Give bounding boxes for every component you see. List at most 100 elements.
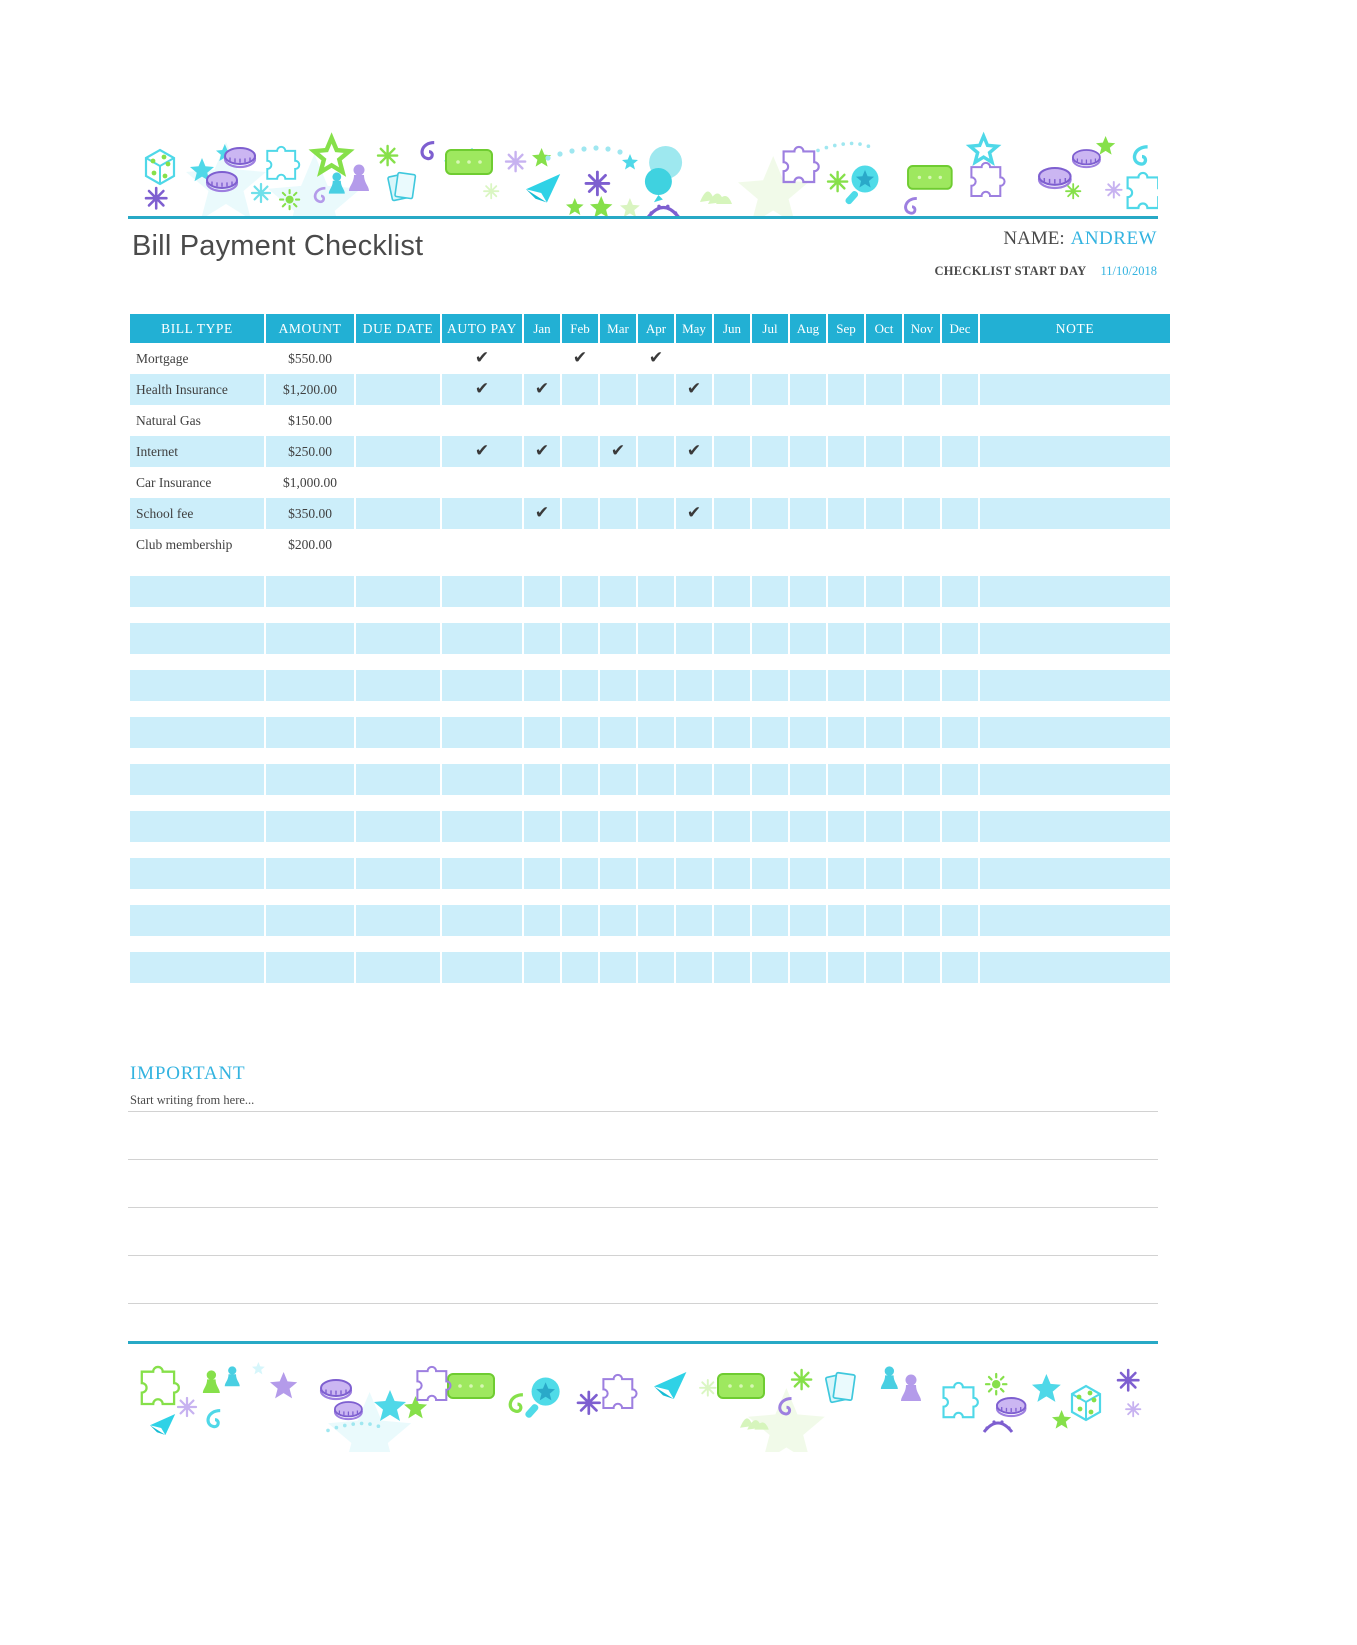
cell-month-dec[interactable] — [942, 952, 978, 983]
cell-note[interactable] — [980, 623, 1170, 654]
cell-note[interactable] — [980, 343, 1170, 374]
col-header-due-date[interactable]: DUE DATE — [356, 314, 440, 343]
col-header-jan[interactable]: Jan — [524, 314, 560, 343]
cell-month-apr[interactable] — [638, 467, 674, 498]
cell-month-feb[interactable] — [562, 498, 598, 529]
cell-month-feb[interactable] — [562, 405, 598, 436]
cell-month-jul[interactable] — [752, 405, 788, 436]
cell-month-jul[interactable] — [752, 858, 788, 889]
cell-month-dec[interactable] — [942, 405, 978, 436]
cell-month-jun[interactable] — [714, 436, 750, 467]
cell-amount[interactable]: $1,000.00 — [266, 467, 354, 498]
cell-month-sep[interactable] — [828, 576, 864, 607]
cell-month-jan[interactable]: ✔ — [524, 374, 560, 405]
col-header-jun[interactable]: Jun — [714, 314, 750, 343]
cell-due-date[interactable] — [356, 811, 440, 842]
cell-due-date[interactable] — [356, 374, 440, 405]
col-header-aug[interactable]: Aug — [790, 314, 826, 343]
cell-month-sep[interactable] — [828, 623, 864, 654]
cell-month-aug[interactable] — [790, 467, 826, 498]
cell-month-mar[interactable] — [600, 576, 636, 607]
col-header-amount[interactable]: AMOUNT — [266, 314, 354, 343]
checklist-start-value[interactable]: 11/10/2018 — [1101, 264, 1157, 278]
cell-month-nov[interactable] — [904, 374, 940, 405]
cell-month-may[interactable] — [676, 952, 712, 983]
col-header-note[interactable]: NOTE — [980, 314, 1170, 343]
cell-month-may[interactable]: ✔ — [676, 498, 712, 529]
cell-auto-pay[interactable] — [442, 905, 522, 936]
cell-month-aug[interactable] — [790, 498, 826, 529]
cell-month-apr[interactable] — [638, 858, 674, 889]
cell-month-jul[interactable] — [752, 905, 788, 936]
cell-month-aug[interactable] — [790, 811, 826, 842]
cell-bill-type[interactable] — [130, 623, 264, 654]
cell-note[interactable] — [980, 529, 1170, 560]
cell-month-jan[interactable] — [524, 670, 560, 701]
cell-due-date[interactable] — [356, 952, 440, 983]
cell-month-may[interactable] — [676, 670, 712, 701]
cell-month-feb[interactable] — [562, 811, 598, 842]
cell-month-may[interactable] — [676, 858, 712, 889]
cell-month-aug[interactable] — [790, 436, 826, 467]
cell-month-may[interactable] — [676, 905, 712, 936]
cell-note[interactable] — [980, 436, 1170, 467]
col-header-sep[interactable]: Sep — [828, 314, 864, 343]
cell-month-dec[interactable] — [942, 717, 978, 748]
cell-month-mar[interactable]: ✔ — [600, 436, 636, 467]
cell-bill-type[interactable]: Club membership — [130, 529, 264, 560]
cell-month-dec[interactable] — [942, 670, 978, 701]
cell-auto-pay[interactable] — [442, 952, 522, 983]
cell-bill-type[interactable] — [130, 858, 264, 889]
cell-note[interactable] — [980, 374, 1170, 405]
cell-bill-type[interactable] — [130, 576, 264, 607]
note-writing-line[interactable] — [128, 1255, 1158, 1256]
cell-month-oct[interactable] — [866, 623, 902, 654]
cell-month-may[interactable] — [676, 343, 712, 374]
cell-month-nov[interactable] — [904, 670, 940, 701]
cell-month-may[interactable] — [676, 405, 712, 436]
cell-month-oct[interactable] — [866, 764, 902, 795]
cell-auto-pay[interactable]: ✔ — [442, 343, 522, 374]
cell-month-jun[interactable] — [714, 343, 750, 374]
cell-month-jan[interactable] — [524, 623, 560, 654]
cell-month-jan[interactable] — [524, 576, 560, 607]
cell-auto-pay[interactable] — [442, 529, 522, 560]
cell-due-date[interactable] — [356, 576, 440, 607]
cell-month-jan[interactable]: ✔ — [524, 436, 560, 467]
cell-amount[interactable]: $350.00 — [266, 498, 354, 529]
cell-due-date[interactable] — [356, 467, 440, 498]
cell-month-jul[interactable] — [752, 467, 788, 498]
cell-month-sep[interactable] — [828, 529, 864, 560]
col-header-jul[interactable]: Jul — [752, 314, 788, 343]
cell-due-date[interactable] — [356, 405, 440, 436]
cell-month-dec[interactable] — [942, 576, 978, 607]
cell-month-jun[interactable] — [714, 764, 750, 795]
cell-month-may[interactable] — [676, 467, 712, 498]
cell-bill-type[interactable]: School fee — [130, 498, 264, 529]
cell-month-oct[interactable] — [866, 905, 902, 936]
cell-month-feb[interactable] — [562, 858, 598, 889]
cell-month-feb[interactable] — [562, 670, 598, 701]
cell-month-feb[interactable]: ✔ — [562, 343, 598, 374]
cell-month-oct[interactable] — [866, 498, 902, 529]
cell-month-jun[interactable] — [714, 623, 750, 654]
cell-month-dec[interactable] — [942, 623, 978, 654]
name-value[interactable]: ANDREW — [1071, 228, 1157, 249]
cell-month-jan[interactable]: ✔ — [524, 498, 560, 529]
cell-bill-type[interactable] — [130, 905, 264, 936]
cell-month-may[interactable] — [676, 576, 712, 607]
cell-month-dec[interactable] — [942, 858, 978, 889]
cell-month-apr[interactable] — [638, 764, 674, 795]
cell-note[interactable] — [980, 858, 1170, 889]
cell-auto-pay[interactable] — [442, 764, 522, 795]
cell-amount[interactable] — [266, 764, 354, 795]
cell-due-date[interactable] — [356, 436, 440, 467]
cell-month-jul[interactable] — [752, 436, 788, 467]
cell-amount[interactable]: $200.00 — [266, 529, 354, 560]
cell-month-apr[interactable] — [638, 905, 674, 936]
cell-bill-type[interactable]: Natural Gas — [130, 405, 264, 436]
cell-month-may[interactable] — [676, 623, 712, 654]
cell-month-apr[interactable] — [638, 405, 674, 436]
cell-amount[interactable] — [266, 952, 354, 983]
cell-month-nov[interactable] — [904, 858, 940, 889]
